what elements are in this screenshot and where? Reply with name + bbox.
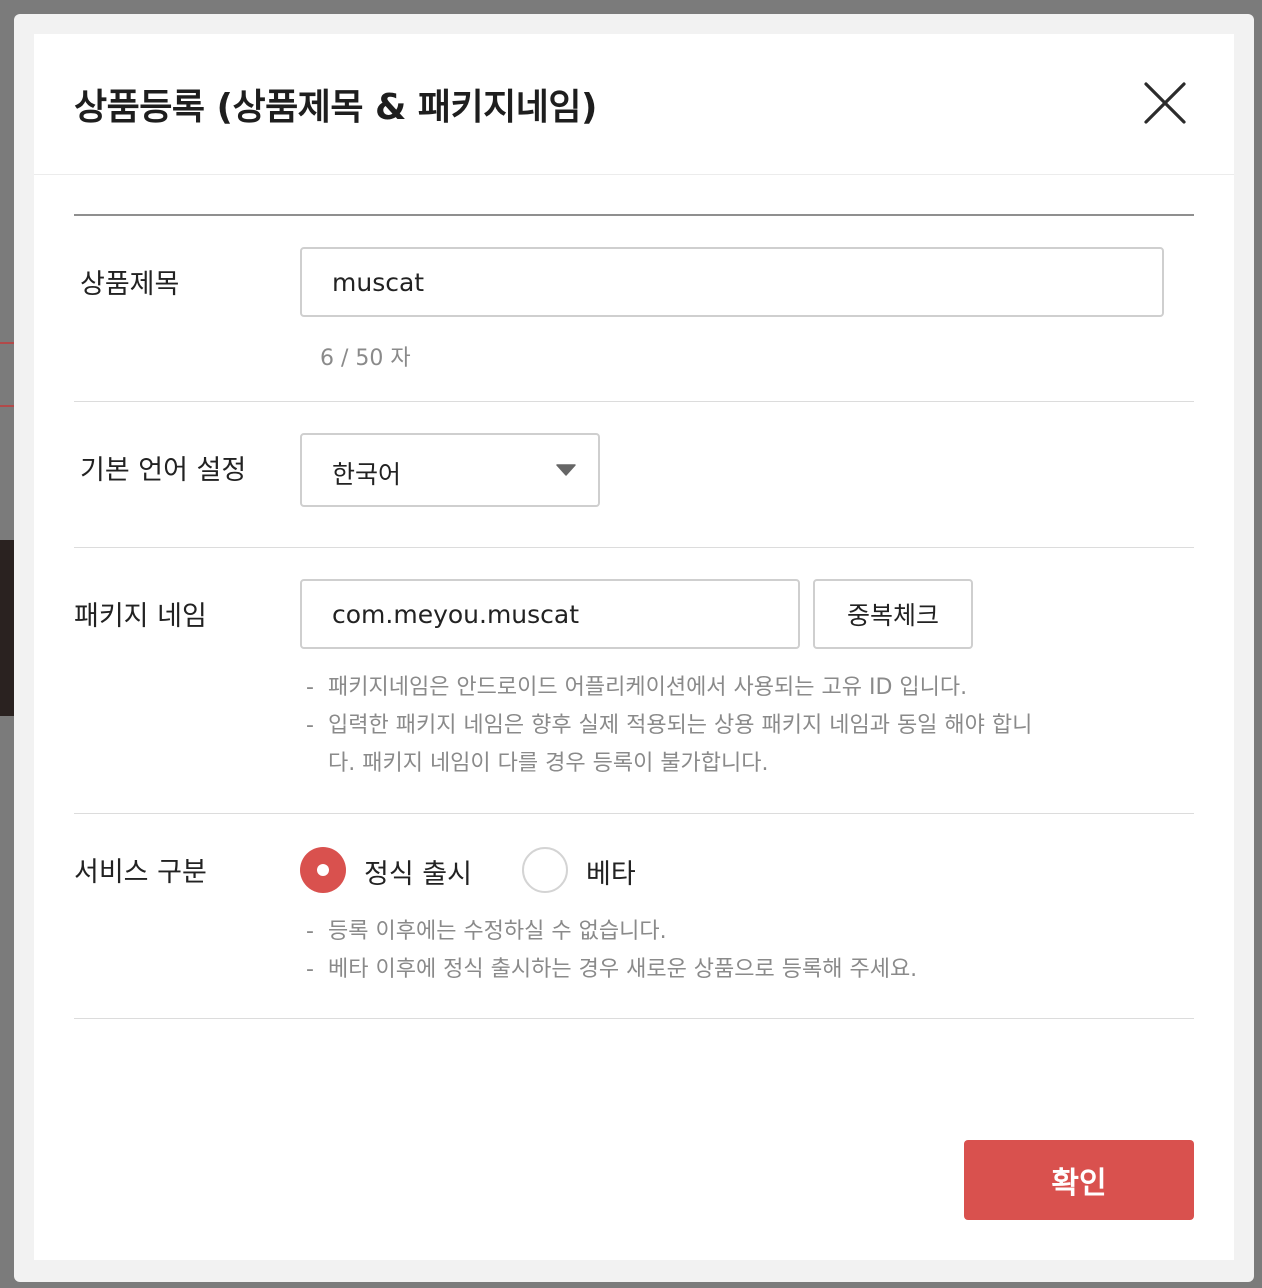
background-accent-line bbox=[0, 405, 14, 407]
product-title-char-counter: 6 / 50 자 bbox=[320, 346, 411, 371]
row-divider bbox=[74, 401, 1194, 402]
form-top-divider bbox=[74, 214, 1194, 216]
caret-down-icon bbox=[556, 464, 576, 476]
product-title-input[interactable] bbox=[300, 247, 1164, 317]
package-name-note: - 입력한 패키지 네임은 향후 실제 적용되는 상용 패키지 네임과 동일 해야… bbox=[306, 713, 1033, 738]
modal-title: 상품등록 (상품제목 & 패키지네임) bbox=[74, 87, 597, 128]
radio-official-release-label[interactable]: 정식 출시 bbox=[364, 852, 472, 891]
background-accent-line bbox=[0, 342, 14, 344]
radio-official-release[interactable] bbox=[300, 847, 346, 893]
package-name-label: 패키지 네임 bbox=[74, 601, 207, 632]
default-language-select[interactable]: 한국어 bbox=[300, 433, 600, 507]
row-divider bbox=[74, 1018, 1194, 1019]
close-button[interactable] bbox=[1142, 80, 1188, 126]
close-icon bbox=[1144, 82, 1186, 124]
default-language-selected-value: 한국어 bbox=[332, 460, 402, 489]
service-type-label: 서비스 구분 bbox=[74, 857, 207, 888]
service-type-note: - 등록 이후에는 수정하실 수 없습니다. bbox=[306, 919, 667, 944]
package-name-note: 다. 패키지 네임이 다를 경우 등록이 불가합니다. bbox=[328, 751, 769, 776]
package-name-note: - 패키지네임은 안드로이드 어플리케이션에서 사용되는 고유 ID 입니다. bbox=[306, 675, 968, 700]
radio-beta[interactable] bbox=[522, 847, 568, 893]
package-name-input[interactable] bbox=[300, 579, 800, 649]
row-divider bbox=[74, 547, 1194, 548]
service-type-note: - 베타 이후에 정식 출시하는 경우 새로운 상품으로 등록해 주세요. bbox=[306, 957, 918, 982]
default-language-label: 기본 언어 설정 bbox=[80, 455, 247, 486]
modal-header: 상품등록 (상품제목 & 패키지네임) bbox=[34, 34, 1234, 175]
radio-beta-label[interactable]: 베타 bbox=[586, 852, 636, 891]
duplicate-check-button[interactable]: 중복체크 bbox=[813, 579, 973, 649]
product-title-label: 상품제목 bbox=[80, 269, 180, 300]
background-thumbnail bbox=[0, 540, 14, 716]
product-registration-modal: 상품등록 (상품제목 & 패키지네임) 상품제목 6 / 50 자 기본 언어 … bbox=[34, 34, 1234, 1260]
confirm-button[interactable]: 확인 bbox=[964, 1140, 1194, 1220]
row-divider bbox=[74, 813, 1194, 814]
